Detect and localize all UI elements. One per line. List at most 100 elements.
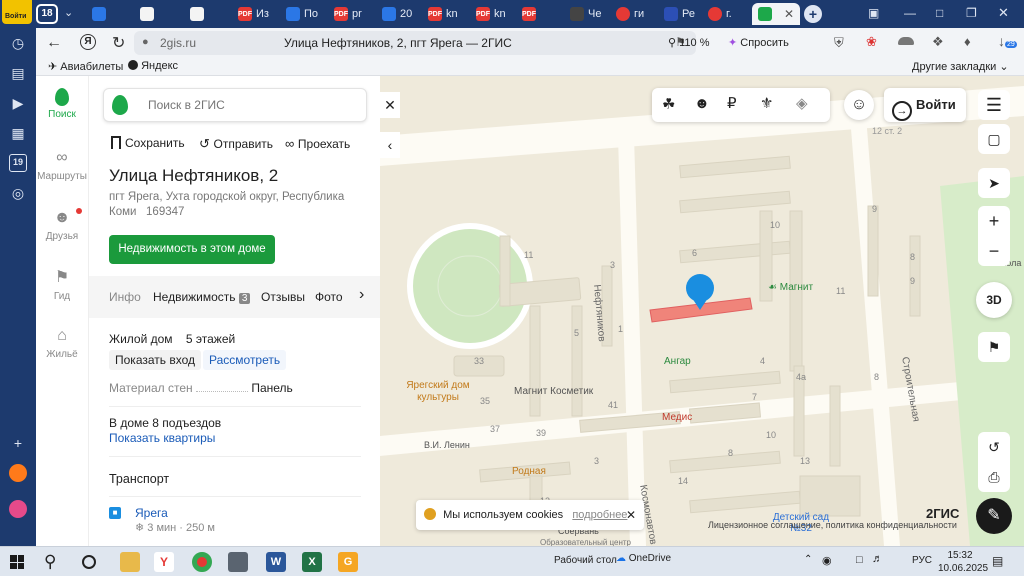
maximize-icon[interactable]: □ [936,6,943,20]
stop-name-link[interactable]: Ярега [135,506,168,520]
other-bookmarks[interactable]: Другие закладки ⌄ [912,60,1009,73]
address-field[interactable]: ● 2gis.ru Улица Нефтяников, 2, пгт Ярега… [134,31,696,55]
browser-tab-active[interactable]: ✕ [752,3,800,25]
bookmark-aviatickets[interactable]: ✈ Авиабилеты [48,60,123,73]
poi-label[interactable]: ☙ Магнит [768,282,813,293]
print-button[interactable]: ⎙ [978,462,1010,492]
close-window-icon[interactable]: ✕ [998,5,1009,21]
transport-layer-icon[interactable]: ⚜ [760,94,773,112]
menu-button[interactable]: ☰ [978,90,1010,120]
network-icon[interactable]: □ [856,554,863,566]
ask-button[interactable]: ✦ Спросить [728,36,789,49]
license-link[interactable]: Лицензионное соглашение, политика конфид… [708,520,957,530]
bookmark-yandex[interactable]: Яндекс [128,60,178,72]
hotel-layer-icon[interactable]: ☘ [662,95,675,113]
volume-icon[interactable]: ♬ [872,553,883,565]
browser-tab[interactable]: ги [616,3,660,25]
tray-overflow-icon[interactable]: ⌃ [804,554,812,565]
3d-button[interactable]: 3D [976,282,1012,318]
browser-tab[interactable] [190,3,230,25]
rail-housing[interactable]: ⌂ Жильё [36,326,88,360]
tabs-collection-icon[interactable]: ▣ [868,6,879,20]
poi-label[interactable]: Ярегский дом культуры [398,380,478,404]
close-panel-button[interactable]: ✕ [380,92,400,118]
tab-reviews[interactable]: Отзывы [261,290,305,304]
collections-icon[interactable]: ▤ [9,64,27,82]
video-icon[interactable]: ▶ [9,94,27,112]
tray-app-icon[interactable]: ◉ [822,554,832,567]
poi-label[interactable]: Ангар [664,356,691,367]
file-explorer-icon[interactable] [120,552,140,572]
extensions-icon[interactable]: ❖ [932,34,944,50]
close-cookie-icon[interactable]: ✕ [626,500,636,530]
add-panel-icon[interactable]: + [9,434,27,452]
friends-layer-icon[interactable]: ☻ [694,95,710,112]
tabs-dropdown-icon[interactable]: ⌄ [64,6,73,19]
notifications-icon[interactable]: ▤ [992,554,1003,568]
search-input[interactable] [148,95,348,115]
browser-tab[interactable]: г. [708,3,752,25]
browser-tab[interactable]: По [286,3,330,25]
zoom-indicator[interactable]: ⚲ 110 % [668,36,710,49]
history-icon[interactable]: ◷ [9,34,27,52]
download-icon[interactable]: ↓ 29 [998,33,1017,49]
share-button[interactable]: ↺ Отправить [199,136,273,152]
notes-icon[interactable]: ▦ [9,124,27,142]
clock[interactable]: 15:32 10.06.2025 [938,549,988,575]
extension-hat-icon[interactable] [898,37,914,45]
ruler-button[interactable]: ▢ [978,124,1010,154]
poi-label[interactable]: Медис [662,412,692,423]
yandex-home-icon[interactable]: Я [80,34,96,50]
realty-layer-icon[interactable]: ₽ [727,94,737,112]
share-map-button[interactable]: ↺ [978,432,1010,462]
map-region-button[interactable]: ⚑ [978,332,1010,362]
cookie-more-link[interactable]: подробнее [572,509,627,521]
save-button[interactable]: Сохранить [111,136,185,150]
tab-realty[interactable]: Недвижимость 3 [153,290,251,304]
reload-icon[interactable]: ↻ [112,33,125,53]
onedrive-button[interactable]: ☁ OneDrive [616,553,671,564]
browser-tab[interactable]: PDF [522,3,562,25]
app-orange-icon[interactable] [9,464,27,482]
browser-tab[interactable]: PDF kn [428,3,472,25]
calculator-icon[interactable] [228,552,248,572]
browser-tab[interactable]: 20 [382,3,426,25]
new-tab-button[interactable]: + [804,5,822,23]
browser-tab[interactable]: PDF pr [334,3,378,25]
route-button[interactable]: ∞ Проехать [285,136,350,151]
back-icon[interactable]: ← [46,34,62,52]
close-tab-icon[interactable]: ✕ [784,7,794,21]
restore-icon[interactable]: ❐ [966,6,977,20]
translate-icon[interactable]: ♦ [964,34,971,49]
zoom-out-button[interactable]: − [978,236,1010,266]
poi-label[interactable]: Образовательный центр [540,538,631,546]
show-entrance-button[interactable]: Показать вход [109,350,201,370]
profile-corner[interactable]: Войти [2,0,32,24]
rail-search[interactable]: Поиск [36,88,88,120]
collapse-panel-button[interactable]: ‹ [380,132,400,158]
poi-label[interactable]: В.И. Ленин [424,440,470,450]
view-button[interactable]: Рассмотреть [203,350,287,370]
my-location-button[interactable]: ➤ [978,168,1010,198]
protect-icon[interactable]: ⛨ [834,35,844,51]
layers-icon[interactable]: ◈ [796,94,808,112]
app-g-icon[interactable]: G [338,552,358,572]
show-flats-link[interactable]: Показать квартиры [109,431,215,445]
task-view-icon[interactable] [82,555,96,569]
tabs-next-icon[interactable]: › [359,286,364,304]
browser-tab[interactable]: Ре [664,3,708,25]
extension-flower-icon[interactable]: ❀ [866,34,877,50]
app-pink-icon[interactable] [9,500,27,518]
rail-friends[interactable]: ☻ Друзья [36,208,88,242]
zoom-in-button[interactable]: + [978,206,1010,236]
tab-counter[interactable]: 18 [36,4,58,24]
map-canvas[interactable]: Нефтяников Строительная Космонавтов 12 с… [380,76,1024,546]
browser-tab[interactable] [140,3,176,25]
yandex-browser-icon[interactable]: Y [154,552,174,572]
rail-routes[interactable]: ∞ Маршруты [36,148,88,182]
excel-icon[interactable]: X [302,552,322,572]
profile-icon[interactable]: ☺ [844,90,874,120]
search-box[interactable] [103,88,367,122]
tab-info[interactable]: Инфо [109,290,141,304]
login-button[interactable]: → Войти [884,88,966,122]
